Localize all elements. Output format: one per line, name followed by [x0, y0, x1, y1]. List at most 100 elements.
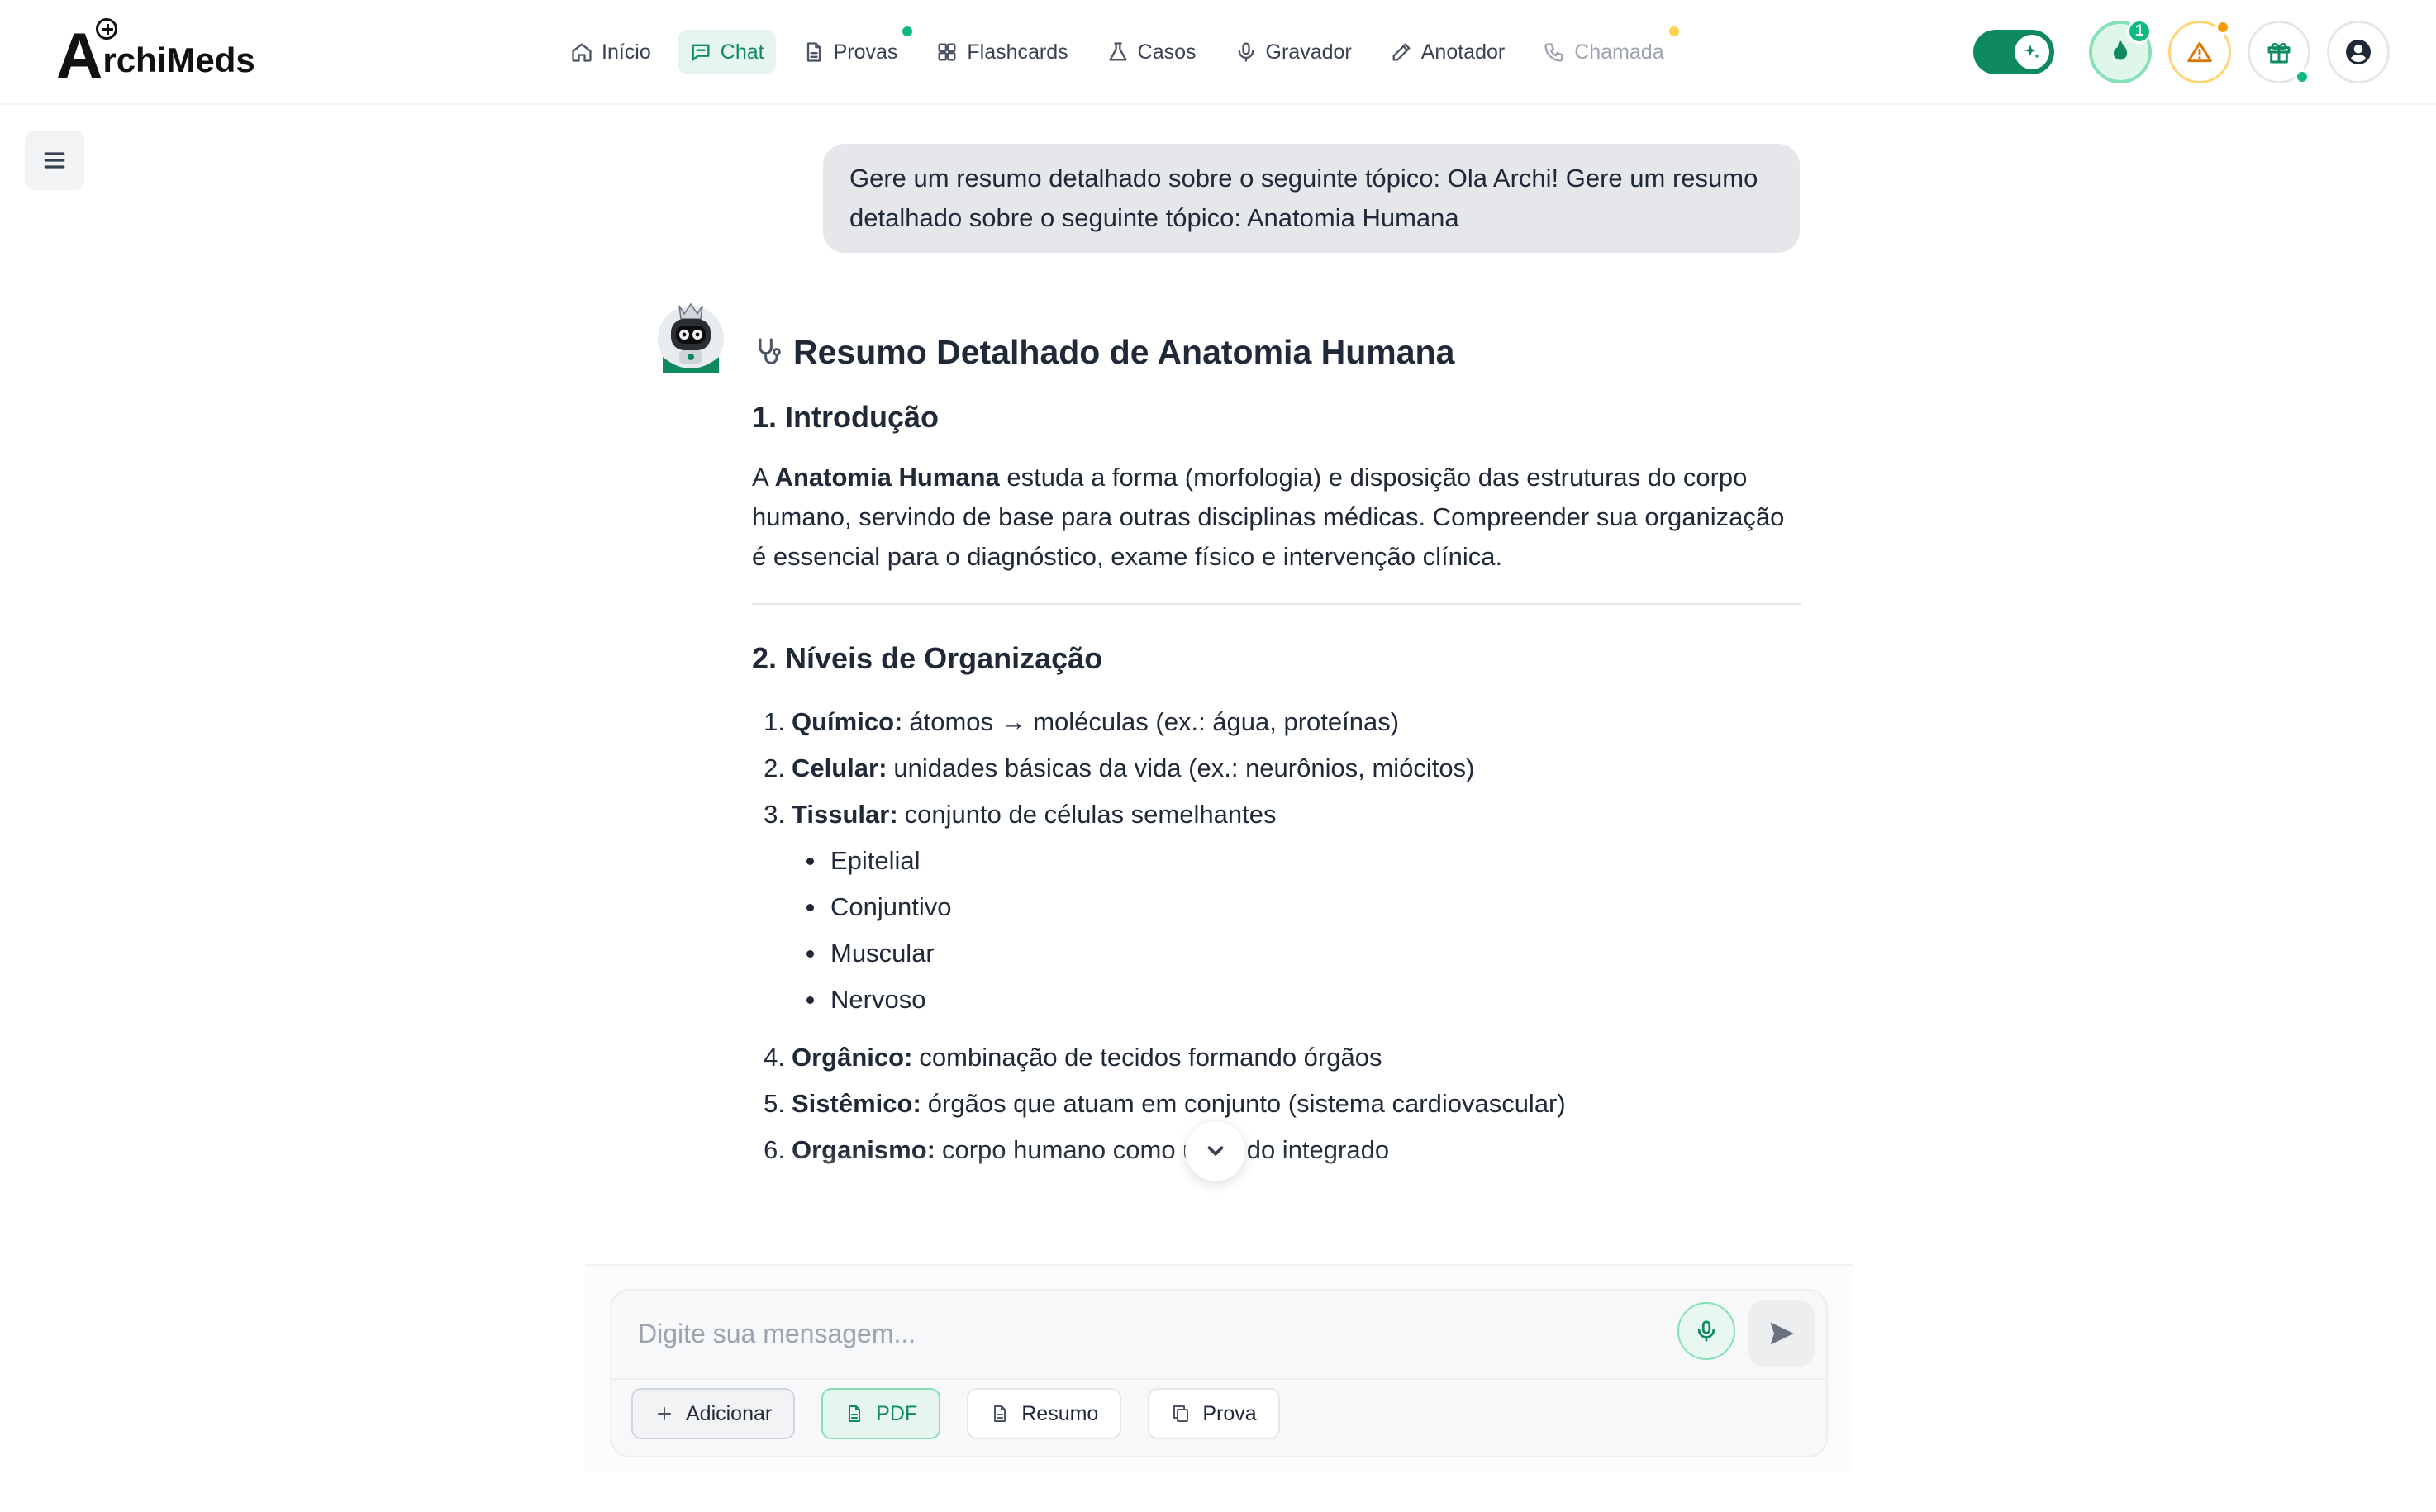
flame-icon [2113, 40, 2128, 60]
archi-robot-avatar [658, 302, 724, 373]
chat-icon [692, 44, 710, 61]
logo-text: rchiMeds [102, 40, 255, 79]
list-term: Sistêmico: [792, 1089, 921, 1118]
nav-item-provas[interactable]: Provas [791, 26, 913, 74]
list-item: 4. Orgânico: combinação de tecidos formand… [752, 1034, 1801, 1081]
alerts-button[interactable] [2168, 20, 2231, 83]
nav-item-chat[interactable]: Chat [677, 30, 776, 74]
pdf-button[interactable]: PDF [821, 1388, 941, 1439]
main-nav: Início Chat Provas Flashcards Casos Grav… [559, 26, 1691, 76]
user-message-bubble: Gere um resumo detalhado sobre o seguint… [823, 144, 1800, 253]
document-icon [806, 42, 821, 62]
intro-paragraph: A Anatomia Humana estuda a forma (morfol… [752, 458, 1801, 577]
send-button[interactable] [1748, 1300, 1815, 1367]
header-actions: 1 [1973, 18, 2390, 86]
list-desc: conjunto de células semelhantes [904, 800, 1277, 829]
list-desc: combinação de tecidos formando órgãos [919, 1043, 1382, 1072]
nav-item-casos[interactable]: Casos [1095, 30, 1208, 74]
alert-dot [2215, 20, 2230, 35]
section-heading-introducao: 1. Introdução [752, 400, 940, 434]
copy-icon [1173, 1405, 1189, 1422]
section-heading-niveis: 2. Níveis de Organização [752, 641, 1103, 675]
top-navbar: A rchiMeds Início Chat Provas Flashcards… [0, 0, 2436, 105]
chip-label: Adicionar [686, 1401, 773, 1425]
bullet-item: Conjuntivo [792, 884, 1801, 930]
streak-button[interactable]: 1 [2089, 19, 2152, 83]
logo-plus-icon [96, 18, 117, 40]
intro-bold-term: Anatomia Humana [774, 463, 1000, 492]
profile-button[interactable] [2327, 21, 2390, 83]
microphone-icon [1697, 1320, 1715, 1342]
tissue-sublist: Epitelial Conjuntivo Muscular Nervoso [792, 838, 1801, 1023]
list-term: Químico: [792, 707, 903, 736]
warning-icon [2187, 41, 2212, 63]
list-item: 1. Químico: átomos → moléculas (ex.: água,… [752, 699, 1801, 745]
nav-item-chamada[interactable]: Chamada [1531, 26, 1679, 74]
phone-icon [1544, 43, 1563, 62]
ai-mode-toggle[interactable] [1973, 30, 2054, 74]
list-desc: unidades básicas da vida (ex.: neurônios… [893, 754, 1475, 782]
scroll-to-bottom-button[interactable] [1185, 1120, 1246, 1182]
nav-item-inicio[interactable]: Início [559, 30, 663, 74]
list-desc: átomos → moléculas (ex.: água, proteínas… [909, 707, 1400, 736]
nav-item-flashcards[interactable]: Flashcards [924, 30, 1079, 74]
list-number: 5. [764, 1089, 785, 1118]
nav-label: Casos [1137, 40, 1197, 64]
flashcards-icon [938, 43, 956, 61]
message-input[interactable] [638, 1310, 1696, 1357]
streak-badge: 1 [2127, 19, 2152, 44]
user-avatar-icon [2346, 40, 2371, 64]
plus-icon [658, 1407, 671, 1420]
list-term: Celular: [792, 754, 887, 782]
intro-prefix: A [752, 463, 775, 492]
file-icon [849, 1405, 861, 1422]
nav-label: Chat [720, 40, 764, 64]
chip-label: Prova [1202, 1401, 1257, 1425]
send-icon [1770, 1322, 1794, 1345]
add-attachment-button[interactable]: Adicionar [631, 1388, 796, 1439]
stethoscope-icon [759, 338, 781, 364]
list-term: Tissular: [792, 800, 898, 829]
archimeds-logo[interactable]: A rchiMeds [56, 18, 255, 92]
file-icon [994, 1405, 1006, 1422]
nav-label: Anotador [1420, 40, 1506, 64]
list-desc: órgãos que atuam em conjunto (sistema ca… [927, 1089, 1566, 1118]
levels-list: 1. Químico: átomos → moléculas (ex.: água,… [752, 699, 1801, 838]
message-composer: Adicionar PDF Resumo Prova [610, 1289, 1828, 1457]
answer-title: Resumo Detalhado de Anatomia Humana [752, 322, 1801, 382]
menu-icon [44, 152, 65, 169]
list-number: 1. [764, 707, 785, 736]
nav-item-anotador[interactable]: Anotador [1378, 30, 1516, 74]
list-number: 3. [764, 800, 785, 829]
scroll-fade-overlay [727, 1148, 1801, 1206]
bullet-item: Muscular [792, 930, 1801, 977]
list-number: 2. [764, 754, 785, 782]
nav-label: Flashcards [967, 40, 1068, 64]
bullet-item: Epitelial [792, 838, 1801, 884]
composer-divider [611, 1378, 1826, 1380]
list-item: 5. Sistêmico: órgãos que atuam em conjunto… [752, 1081, 1801, 1127]
chevron-down-icon [1207, 1146, 1224, 1156]
list-item: 2. Celular: unidades básicas da vida (ex.:… [752, 745, 1801, 792]
gift-dot [2295, 69, 2310, 84]
chip-label: PDF [876, 1401, 918, 1425]
section-divider [752, 603, 1801, 605]
home-icon [572, 43, 592, 62]
logo-letter: A [56, 19, 102, 92]
chip-label: Resumo [1021, 1401, 1099, 1425]
nav-label: Chamada [1574, 40, 1664, 64]
assistant-message: Resumo Detalhado de Anatomia Humana 1. I… [752, 322, 1801, 1173]
nav-item-gravador[interactable]: Gravador [1223, 30, 1363, 74]
gift-icon [2267, 43, 2291, 64]
sparkle-icon [2015, 35, 2049, 69]
pencil-icon [1392, 43, 1411, 61]
list-number: 4. [764, 1043, 785, 1072]
sidebar-toggle-button[interactable] [25, 131, 84, 190]
gift-button[interactable] [2248, 21, 2310, 84]
voice-input-button[interactable] [1677, 1302, 1735, 1360]
summary-button[interactable]: Resumo [967, 1388, 1122, 1439]
exam-button[interactable]: Prova [1148, 1388, 1280, 1439]
microphone-icon [1238, 42, 1254, 62]
composer-area: Adicionar PDF Resumo Prova [585, 1264, 1853, 1472]
nav-label: Início [602, 40, 651, 64]
